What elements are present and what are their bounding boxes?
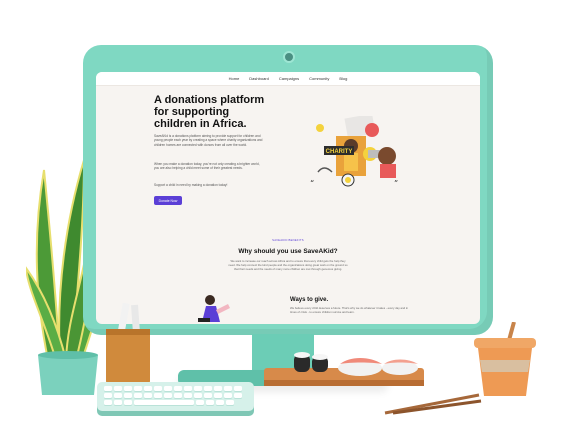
hero-title: A donations platform for supporting chil… [154,94,265,130]
nav-community[interactable]: Community [309,76,329,81]
person-illustration [198,295,230,322]
keyboard [97,382,254,411]
hero-paragraph-2: When you make a donation today, you're n… [154,162,260,171]
ways-body: We believe every child deserves a future… [290,306,409,314]
desk-scene: Home Dashboard Campaigns Community Blog … [0,0,575,434]
coffee-cup-illustration [474,322,536,396]
hero-paragraph-3: Support a child in need by making a dona… [154,183,228,187]
webcam-icon [283,51,295,63]
nav-blog[interactable]: Blog [339,76,347,81]
ways-title: Ways to give. [290,297,329,303]
hero-paragraph-1: SaveAKid is a donations platform aiming … [154,134,263,147]
charity-collage-illustration: CHARITY “ ” [310,116,398,188]
svg-text:“: “ [310,179,314,188]
section-body: We want to increase our reach across Afr… [228,259,348,271]
section-title: Why should you use SaveAKid? [238,248,338,255]
nav-campaigns[interactable]: Campaigns [279,76,299,81]
top-nav: Home Dashboard Campaigns Community Blog [96,72,480,86]
donate-now-button[interactable]: Donate Now [154,196,182,205]
section-kicker: SAVEAKID BENEFITS [272,238,304,242]
sushi-tray-illustration [264,352,424,386]
website-screen: Home Dashboard Campaigns Community Blog … [96,72,480,324]
nav-dashboard[interactable]: Dashboard [249,76,269,81]
pencil-cup-illustration [106,303,150,385]
charity-badge: CHARITY [326,149,353,155]
svg-text:”: ” [394,179,398,188]
chopsticks-illustration [384,393,482,415]
nav-home[interactable]: Home [229,76,240,81]
